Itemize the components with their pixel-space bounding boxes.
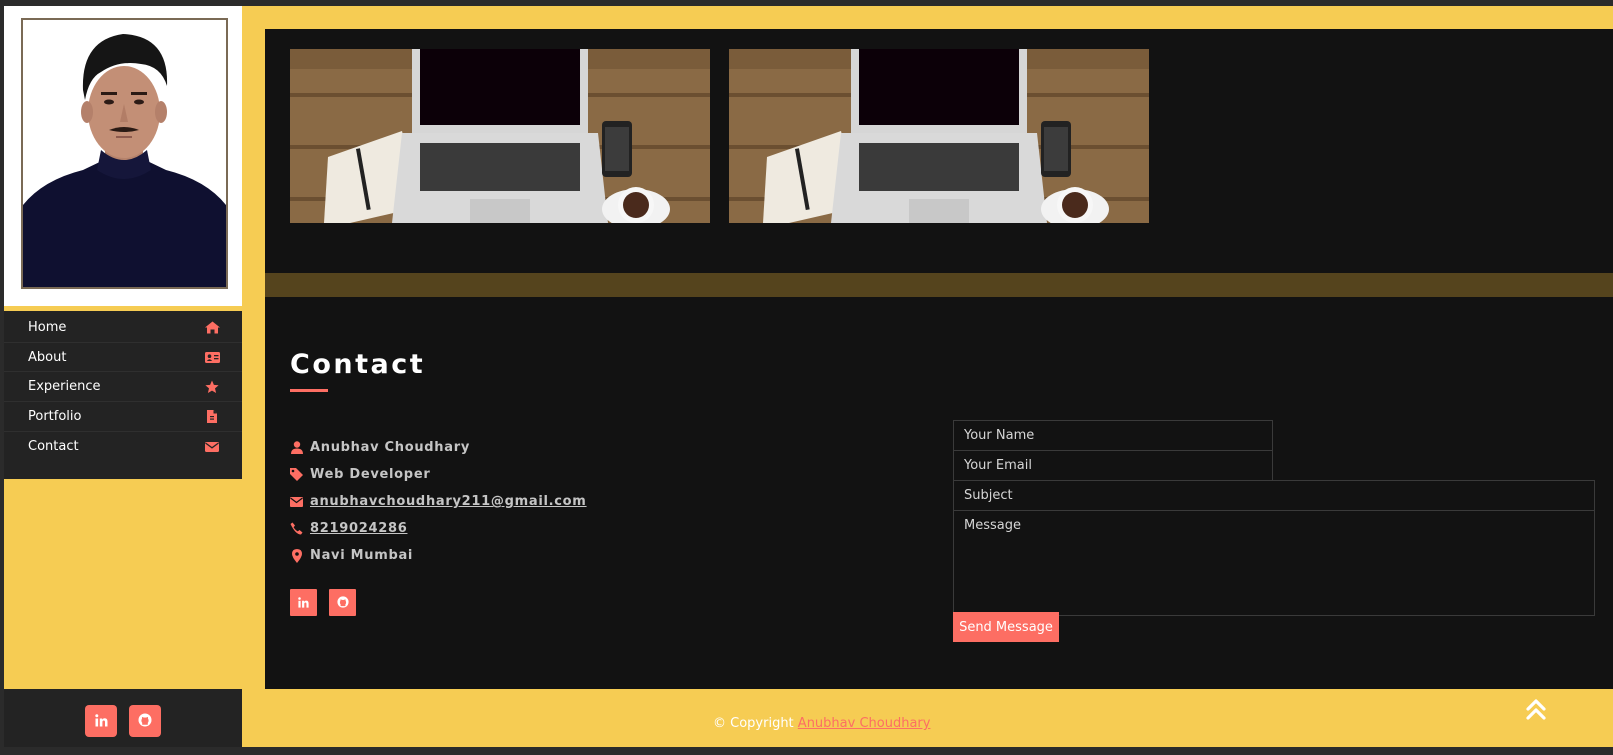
nav-label: About [28,349,67,365]
nav-item-about[interactable]: About [4,343,242,373]
github-button[interactable] [129,705,161,737]
nav-item-portfolio[interactable]: Portfolio [4,402,242,432]
contact-info-list: Anubhav Choudhary Web Developer anubhavc… [290,434,587,569]
contact-title: Contact [290,349,426,380]
nav-item-contact[interactable]: Contact [4,432,242,462]
contact-info-name: Anubhav Choudhary [290,434,587,461]
name-input[interactable] [953,420,1273,451]
sidebar-nav: Home About Experience Portfolio Contact [4,311,242,479]
nav-label: Contact [28,439,79,455]
subject-input[interactable] [953,480,1595,511]
nav-item-experience[interactable]: Experience [4,372,242,403]
nav-label: Portfolio [28,408,82,424]
phone-icon [290,522,303,536]
title-underline [290,389,328,392]
file-icon [204,409,220,423]
contact-info-email: anubhavchoudhary211@gmail.com [290,488,587,515]
profile-photo [21,18,228,289]
id-card-icon [204,350,220,364]
github-icon [336,593,349,612]
copyright-text: © Copyright Anubhav Choudhary [713,716,930,731]
linkedin-button[interactable] [290,589,317,616]
contact-email-link[interactable]: anubhavchoudhary211@gmail.com [310,494,587,509]
message-textarea[interactable] [953,510,1595,616]
contact-info-location: Navi Mumbai [290,542,587,569]
contact-info-phone: 8219024286 [290,515,587,542]
contact-role: Web Developer [310,467,431,482]
copyright-author-link[interactable]: Anubhav Choudhary [798,716,931,731]
contact-phone-link[interactable]: 8219024286 [310,521,407,536]
linkedin-icon [94,712,108,731]
star-icon [204,380,220,394]
contact-location: Navi Mumbai [310,548,414,563]
laptop-desk-photo [290,49,710,223]
linkedin-button[interactable] [85,705,117,737]
nav-label: Experience [28,379,101,395]
sidebar-social-bar [4,689,242,747]
linkedin-icon [298,593,309,612]
portfolio-thumbnail[interactable] [729,49,1149,223]
email-input[interactable] [953,450,1273,481]
back-to-top-button[interactable] [1524,697,1548,721]
nav-item-home[interactable]: Home [4,313,242,343]
portfolio-thumbnail[interactable] [290,49,710,223]
laptop-desk-photo [729,49,1149,223]
envelope-icon [204,440,220,454]
contact-name: Anubhav Choudhary [310,440,471,455]
sidebar: Home About Experience Portfolio Contact [4,6,242,747]
github-icon [138,712,152,731]
page-background: Home About Experience Portfolio Contact … [4,6,1613,747]
send-message-button[interactable]: Send Message [953,612,1059,642]
contact-info-role: Web Developer [290,461,587,488]
double-chevron-up-icon [1524,699,1548,725]
tag-icon [290,468,303,482]
copyright-prefix: © Copyright [713,716,798,731]
user-icon [290,441,303,455]
map-marker-icon [290,548,303,563]
nav-label: Home [28,319,67,335]
home-icon [204,320,220,334]
envelope-icon [290,495,303,509]
section-divider [265,273,1613,297]
main-panel: Contact Anubhav Choudhary Web Developer … [265,29,1613,689]
github-button[interactable] [329,589,356,616]
profile-card [4,6,242,306]
